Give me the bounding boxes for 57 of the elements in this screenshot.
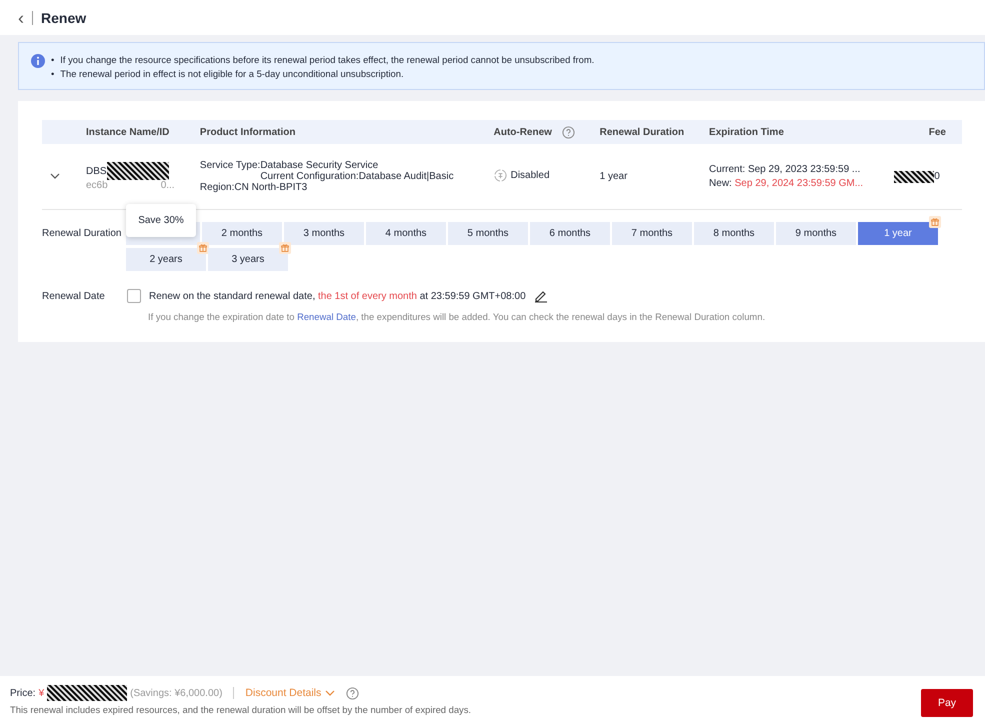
column-header: Instance Name/ID (86, 126, 170, 138)
renew-icon (494, 168, 507, 182)
currency-symbol: ¥ (38, 688, 44, 698)
column-header: Fee (928, 126, 946, 138)
bullet: • (51, 53, 54, 67)
price-label: Price: (10, 688, 36, 698)
duration-option[interactable]: 3 months (284, 222, 364, 245)
column-header: Renewal Duration (600, 126, 684, 138)
auto-renew-status: Disabled (510, 170, 550, 180)
new-expiration-label: New: (709, 176, 732, 190)
field-label: Renewal Duration (42, 227, 122, 241)
duration-option[interactable]: 7 months (612, 222, 692, 245)
notice-text: The renewal period in effect is not eligible for a 5-day unconditional unsubscription. (60, 67, 404, 81)
current-expiration: Current: Sep 29, 2023 23:59:59 ... (709, 162, 862, 176)
duration-option[interactable]: 3 years (208, 248, 288, 271)
caret-icon (325, 690, 336, 696)
tooltip: Save 30% (126, 204, 196, 237)
help-icon[interactable] (562, 126, 575, 138)
configuration-text: Current Configuration:Database Audit|Basic (260, 171, 454, 182)
duration-option[interactable]: 4 months (366, 222, 446, 245)
new-expiration: Sep 29, 2024 23:59:59 GM... (734, 176, 864, 190)
back-button[interactable]: ‹ (18, 8, 24, 26)
service-type-label: Service Type: (200, 160, 260, 171)
service-type: Database Security Service (260, 160, 380, 171)
bullet: • (51, 67, 54, 81)
footer-note: This renewal includes expired resources, and the renewal duration will be offset by the number of expired days. (10, 704, 472, 715)
duration-option[interactable]: 8 months (694, 222, 774, 245)
checkbox[interactable] (127, 289, 141, 303)
hint-text: If you change the expiration date to Renewal Date, the expenditures will be added. You can check the renewal days in the Renewal Duration column. (148, 311, 766, 322)
notice-text: If you change the resource specifications before its renewal period takes effect, the renewal period cannot be unsubscribed from. (60, 53, 594, 67)
instance-id: 0... (160, 180, 175, 191)
column-header: Expiration Time (709, 126, 784, 138)
help-icon[interactable] (346, 686, 360, 700)
duration-option[interactable]: 6 months (530, 222, 610, 245)
duration-option[interactable]: 1 year (858, 222, 938, 245)
renewal-duration-value: 1 year (600, 171, 628, 182)
pay-button[interactable]: Pay (921, 689, 973, 717)
duration-option[interactable]: 5 months (448, 222, 528, 245)
fee-value: 0 (934, 171, 940, 182)
duration-option[interactable]: 2 months (202, 222, 282, 245)
savings-text: (Savings: ¥6,000.00) (130, 688, 222, 698)
page-title: Renew (41, 10, 86, 26)
redacted-block (894, 170, 934, 182)
instance-name: DBS (86, 166, 107, 176)
field-label: Renewal Date (42, 290, 106, 304)
edit-icon[interactable] (534, 289, 548, 303)
duration-option[interactable]: 2 years (126, 248, 206, 271)
instance-id: ec6b (86, 180, 108, 191)
region-text: Region:CN North-BPIT3 (200, 182, 308, 193)
renewal-date-link[interactable]: Renewal Date (297, 311, 356, 322)
redacted-block (106, 162, 169, 180)
duration-option[interactable]: 9 months (776, 222, 856, 245)
chevron-icon[interactable] (50, 173, 60, 179)
column-header: Auto-Renew (494, 126, 552, 138)
renewal-date-text: Renew on the standard renewal date, the 1st of every month at 23:59:59 GMT+08:00 (149, 290, 526, 302)
column-header: Product Information (200, 126, 296, 138)
info-icon (31, 54, 45, 68)
